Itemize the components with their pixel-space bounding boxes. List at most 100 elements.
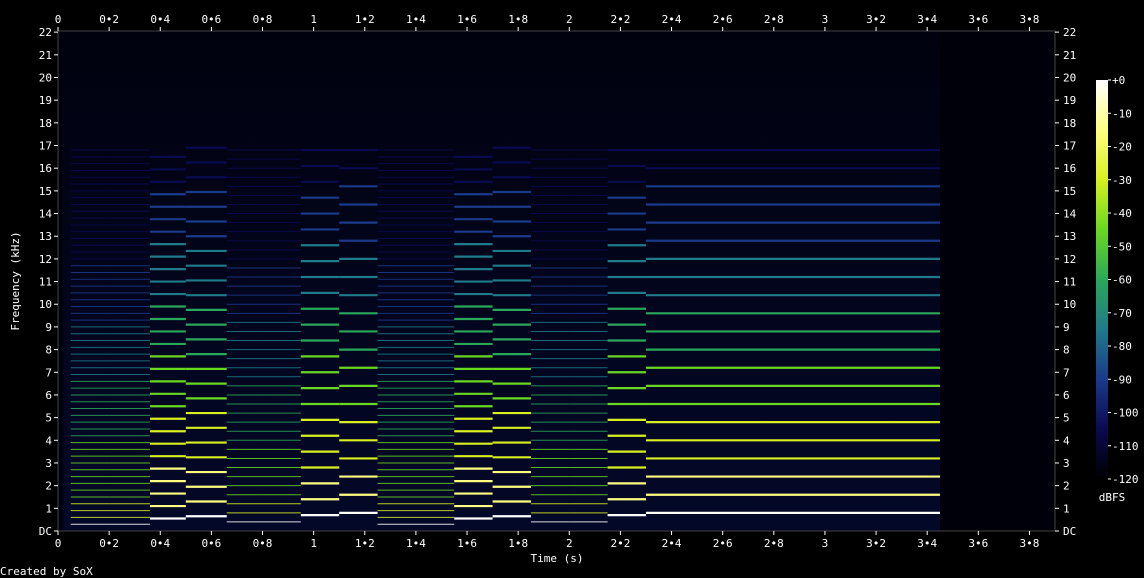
x-tick-label: 0 xyxy=(55,13,62,26)
y-tick-label: 15 xyxy=(39,185,52,198)
y-tick-label: 14 xyxy=(39,208,53,221)
y-tick-label: 11 xyxy=(1063,276,1076,289)
y-tick-label: 7 xyxy=(45,366,52,379)
x-tick-label: 2•8 xyxy=(764,537,784,550)
x-tick-label: 1•2 xyxy=(355,13,375,26)
x-tick-label: 1•8 xyxy=(508,13,528,26)
y-tick-label: 13 xyxy=(39,230,52,243)
spectrogram-figure: 000•20•20•40•40•60•60•80•8111•21•21•41•4… xyxy=(0,0,1144,578)
x-tick-label: 3•4 xyxy=(917,13,937,26)
y-tick-label: 15 xyxy=(1063,185,1076,198)
y-tick-label: 2 xyxy=(45,480,52,493)
x-tick-label: 0•6 xyxy=(201,537,221,550)
x-tick-label: 0•4 xyxy=(150,537,170,550)
y-tick-label: 12 xyxy=(1063,253,1076,266)
x-tick-label: 3•6 xyxy=(968,537,988,550)
y-tick-label: 5 xyxy=(1063,412,1070,425)
x-tick-label: 1•4 xyxy=(406,13,426,26)
colorbar-tick-label: -20 xyxy=(1112,141,1132,154)
y-tick-label: 19 xyxy=(39,94,52,107)
x-tick-label: 1 xyxy=(310,537,317,550)
colorbar-tick-label: -10 xyxy=(1112,107,1132,120)
y-tick-label: 13 xyxy=(1063,230,1076,243)
x-tick-label: 0 xyxy=(55,537,62,550)
y-tick-label: 17 xyxy=(39,140,52,153)
x-tick-label: 0•4 xyxy=(150,13,170,26)
x-tick-label: 3•6 xyxy=(968,13,988,26)
x-tick-label: 3•2 xyxy=(866,13,886,26)
y-tick-label: DC xyxy=(39,525,52,538)
x-tick-label: 2•6 xyxy=(713,13,733,26)
x-tick-label: 2 xyxy=(566,13,573,26)
y-tick-label: 8 xyxy=(45,344,52,357)
x-tick-label: 1•4 xyxy=(406,537,426,550)
x-tick-label: 1•6 xyxy=(457,537,477,550)
y-tick-label: 1 xyxy=(45,502,52,515)
x-tick-label: 0•8 xyxy=(253,537,273,550)
x-tick-label: 1•6 xyxy=(457,13,477,26)
colorbar-tick-label: -110 xyxy=(1112,440,1139,453)
y-tick-label: 21 xyxy=(1063,49,1076,62)
x-tick-label: 3•8 xyxy=(1019,537,1039,550)
y-tick-label: 2 xyxy=(1063,480,1070,493)
x-tick-label: 3•2 xyxy=(866,537,886,550)
x-tick-label: 1 xyxy=(310,13,317,26)
footer-credit: Created by SoX xyxy=(0,565,93,578)
y-tick-label: 5 xyxy=(45,412,52,425)
y-tick-label: 16 xyxy=(39,162,52,175)
x-tick-label: 3•4 xyxy=(917,537,937,550)
y-tick-label: 17 xyxy=(1063,140,1076,153)
y-tick-label: 6 xyxy=(45,389,52,402)
x-axis-label: Time (s) xyxy=(531,552,584,565)
y-tick-label: 18 xyxy=(1063,117,1076,130)
y-tick-label: 10 xyxy=(1063,298,1076,311)
y-tick-label: 18 xyxy=(39,117,52,130)
x-tick-label: 3 xyxy=(822,537,829,550)
y-tick-label: 16 xyxy=(1063,162,1076,175)
x-tick-label: 3 xyxy=(822,13,829,26)
colorbar-label: dBFS xyxy=(1099,491,1126,504)
y-tick-label: 11 xyxy=(39,276,52,289)
y-tick-label: 20 xyxy=(39,71,52,84)
spectrogram-plot xyxy=(58,31,1055,531)
y-tick-label: 6 xyxy=(1063,389,1070,402)
y-tick-label: 4 xyxy=(1063,434,1070,447)
colorbar-tick-label: +0 xyxy=(1112,74,1125,87)
y-tick-label: 3 xyxy=(1063,457,1070,470)
y-tick-label: 22 xyxy=(39,26,52,39)
y-tick-label: 4 xyxy=(45,434,52,447)
colorbar-tick-label: -90 xyxy=(1112,373,1132,386)
x-tick-label: 3•8 xyxy=(1019,13,1039,26)
y-axis-label: Frequency (kHz) xyxy=(9,231,22,330)
y-tick-label: 9 xyxy=(45,321,52,334)
x-tick-label: 1•8 xyxy=(508,537,528,550)
colorbar-gradient xyxy=(1096,80,1108,479)
y-tick-label: 3 xyxy=(45,457,52,470)
x-tick-label: 1•2 xyxy=(355,537,375,550)
y-tick-label: 22 xyxy=(1063,26,1076,39)
y-tick-label: 7 xyxy=(1063,366,1070,379)
y-tick-label: 21 xyxy=(39,49,52,62)
y-tick-label: 14 xyxy=(1063,208,1077,221)
colorbar-tick-label: -40 xyxy=(1112,207,1132,220)
colorbar-tick-label: -50 xyxy=(1112,240,1132,253)
x-tick-label: 2•2 xyxy=(610,13,630,26)
y-tick-label: 10 xyxy=(39,298,52,311)
x-tick-label: 2•2 xyxy=(610,537,630,550)
colorbar-tick-label: -30 xyxy=(1112,174,1132,187)
x-tick-label: 0•2 xyxy=(99,13,119,26)
y-tick-label: 9 xyxy=(1063,321,1070,334)
colorbar-tick-label: -100 xyxy=(1112,407,1139,420)
x-tick-label: 0•8 xyxy=(253,13,273,26)
y-tick-label: 12 xyxy=(39,253,52,266)
colorbar-tick-label: -120 xyxy=(1112,473,1139,486)
x-tick-label: 2•6 xyxy=(713,537,733,550)
x-tick-label: 0•6 xyxy=(201,13,221,26)
x-tick-label: 2•4 xyxy=(662,537,682,550)
colorbar-tick-label: -60 xyxy=(1112,274,1132,287)
x-tick-label: 0•2 xyxy=(99,537,119,550)
colorbar-tick-label: -80 xyxy=(1112,340,1132,353)
y-tick-label: 19 xyxy=(1063,94,1076,107)
y-tick-label: 20 xyxy=(1063,71,1076,84)
y-tick-label: 8 xyxy=(1063,344,1070,357)
